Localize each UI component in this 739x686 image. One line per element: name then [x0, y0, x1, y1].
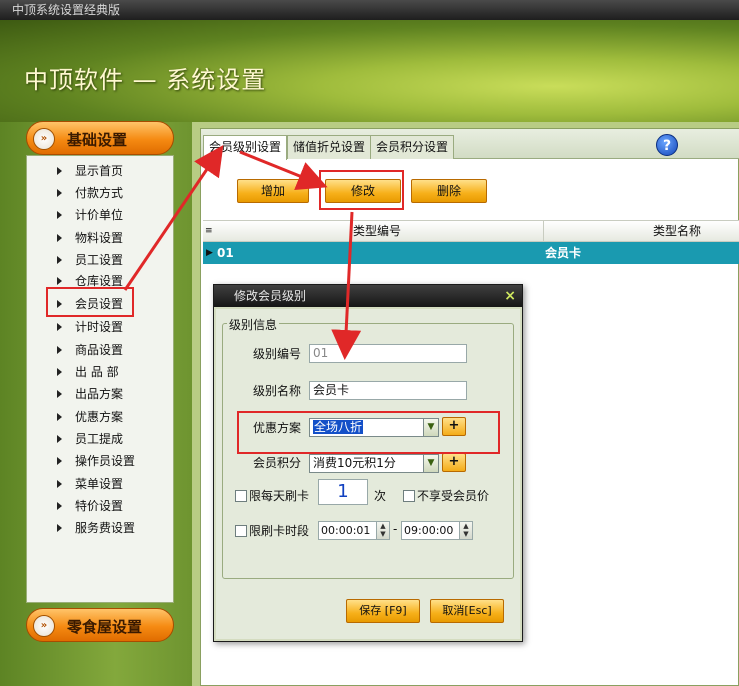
banner: 中顶软件 — 系统设置: [0, 20, 739, 122]
time-end-field[interactable]: 09:00:00 ▲ ▼: [401, 521, 473, 540]
arrow-right-icon: [57, 413, 62, 421]
sidebar-item-special-price[interactable]: 特价设置: [57, 496, 123, 516]
column-header-name[interactable]: 类型名称: [653, 221, 701, 241]
add-discount-plan-button[interactable]: +: [442, 417, 466, 436]
arrow-right-icon: [57, 524, 62, 532]
time-limit-checkbox[interactable]: [235, 525, 247, 537]
sidebar-item-unit[interactable]: 计价单位: [57, 205, 123, 225]
level-info-group: 级别信息 级别编号 01 级别名称 会员卡 优惠方案 全场八折 ▼ + 会员积分…: [222, 316, 514, 579]
discount-select[interactable]: 全场八折 ▼: [309, 418, 439, 437]
sidebar-item-menu[interactable]: 菜单设置: [57, 474, 123, 494]
sidebar-item-commission[interactable]: 员工提成: [57, 429, 123, 449]
sidebar-item-material[interactable]: 物料设置: [57, 228, 123, 248]
grid-header: ≡ 类型编号 类型名称: [203, 220, 739, 242]
sidebar-item-dispatch[interactable]: 出 品 部: [57, 362, 119, 382]
table-row[interactable]: ▶ 01 会员卡: [203, 242, 739, 264]
sidebar-item-service-fee[interactable]: 服务费设置: [57, 518, 135, 538]
basic-settings-group-button[interactable]: » 基础设置: [26, 121, 174, 155]
delete-button[interactable]: 删除: [411, 179, 487, 203]
tab-strip: 会员级别设置 储值折兑设置 会员积分设置 ?: [201, 129, 739, 160]
arrow-right-icon: [57, 234, 62, 242]
row-name: 会员卡: [545, 246, 582, 260]
row-pointer-icon: ▶: [206, 248, 213, 258]
tab-stored-value[interactable]: 储值折兑设置: [287, 135, 372, 159]
sidebar-item-warehouse[interactable]: 仓库设置: [57, 271, 123, 291]
arrow-right-icon: [57, 480, 62, 488]
daily-limit-unit: 次: [374, 489, 387, 503]
arrow-right-icon: [57, 323, 62, 331]
name-field[interactable]: 会员卡: [309, 381, 467, 400]
arrow-right-icon: [57, 502, 62, 510]
banner-title: 中顶软件 — 系统设置: [24, 66, 267, 94]
help-icon[interactable]: ?: [656, 134, 678, 156]
column-divider: [543, 221, 544, 241]
arrow-right-icon: [57, 390, 62, 398]
spinner-icon[interactable]: ▲ ▼: [459, 522, 472, 539]
name-label: 级别名称: [253, 384, 302, 398]
sidebar-item-timing[interactable]: 计时设置: [57, 317, 123, 337]
arrow-right-icon: [57, 211, 62, 219]
sidebar-item-staff[interactable]: 员工设置: [57, 250, 123, 270]
sidebar-item-home[interactable]: 显示首页: [57, 161, 123, 181]
edit-member-level-dialog: 修改会员级别 × 级别信息 级别编号 01 级别名称 会员卡 优惠方案 全场八折…: [213, 284, 523, 642]
sidebar-item-operator[interactable]: 操作员设置: [57, 451, 135, 471]
arrow-right-icon: [57, 167, 62, 175]
save-button[interactable]: 保存 [F9]: [346, 599, 420, 623]
close-icon[interactable]: ×: [504, 287, 516, 305]
group-legend: 级别信息: [227, 316, 280, 333]
group-label: 零食屋设置: [67, 618, 143, 636]
daily-limit-checkbox[interactable]: [235, 490, 247, 502]
dialog-title: 修改会员级别 ×: [214, 285, 522, 307]
dialog-body: 级别信息 级别编号 01 级别名称 会员卡 优惠方案 全场八折 ▼ + 会员积分…: [216, 309, 520, 639]
spinner-icon[interactable]: ▲ ▼: [376, 522, 389, 539]
group-label: 基础设置: [67, 131, 128, 149]
tab-member-level[interactable]: 会员级别设置: [203, 135, 288, 160]
chevron-right-icon: »: [33, 615, 55, 637]
snack-shop-settings-group-button[interactable]: » 零食屋设置: [26, 608, 174, 642]
time-start-field[interactable]: 00:00:01 ▲ ▼: [318, 521, 390, 540]
row-code: 01: [217, 246, 234, 260]
cancel-button[interactable]: 取消[Esc]: [430, 599, 504, 623]
arrow-right-icon: [57, 189, 62, 197]
arrow-right-icon: [57, 277, 62, 285]
arrow-right-icon: [57, 368, 62, 376]
no-member-price-checkbox[interactable]: [403, 490, 415, 502]
chevron-down-icon[interactable]: ▼: [423, 455, 438, 472]
daily-limit-label: 限每天刷卡: [249, 489, 310, 503]
no-member-price-label: 不享受会员价: [417, 489, 490, 503]
arrow-right-icon: [57, 300, 62, 308]
window-title: 中顶系统设置经典版: [0, 0, 739, 20]
arrow-right-icon: [57, 346, 62, 354]
grid-menu-icon[interactable]: ≡: [205, 221, 215, 241]
time-limit-label: 限刷卡时段: [249, 524, 310, 538]
discount-label: 优惠方案: [253, 421, 302, 435]
add-points-rule-button[interactable]: +: [442, 453, 466, 472]
column-header-code[interactable]: 类型编号: [353, 221, 401, 241]
code-field[interactable]: 01: [309, 344, 467, 363]
arrow-right-icon: [57, 256, 62, 264]
points-select[interactable]: 消费10元积1分 ▼: [309, 454, 439, 473]
arrow-right-icon: [57, 435, 62, 443]
chevron-down-icon[interactable]: ▼: [423, 419, 438, 436]
sidebar-item-dispatch-plan[interactable]: 出品方案: [57, 384, 123, 404]
chevron-right-icon: »: [33, 128, 55, 150]
edit-button[interactable]: 修改: [325, 179, 401, 203]
code-label: 级别编号: [253, 347, 302, 361]
sidebar-item-payment[interactable]: 付款方式: [57, 183, 123, 203]
time-separator: -: [393, 522, 398, 536]
add-button[interactable]: 增加: [237, 179, 309, 203]
daily-limit-field[interactable]: 1: [318, 479, 368, 505]
arrow-right-icon: [57, 457, 62, 465]
sidebar-menu: 显示首页 付款方式 计价单位 物料设置 员工设置 仓库设置 会员设置 计时设置 …: [26, 155, 174, 603]
points-label: 会员积分: [253, 456, 302, 470]
sidebar-item-discount-plan[interactable]: 优惠方案: [57, 407, 123, 427]
sidebar-item-product[interactable]: 商品设置: [57, 340, 123, 360]
sidebar-item-member[interactable]: 会员设置: [57, 294, 123, 314]
tab-member-points[interactable]: 会员积分设置: [370, 135, 455, 159]
